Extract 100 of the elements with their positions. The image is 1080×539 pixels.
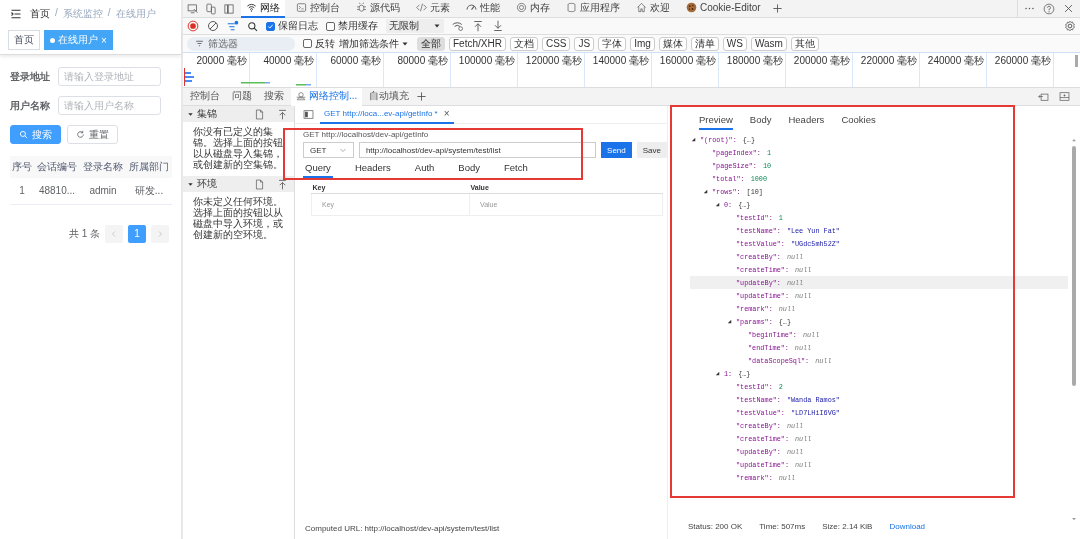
expand-triangle-icon[interactable]: [702, 188, 709, 195]
request-tab[interactable]: GET http://loca...ev-api/getInfo * ×: [320, 105, 454, 124]
settings-icon[interactable]: [1064, 20, 1076, 32]
type-filter-chip[interactable]: CSS: [541, 36, 571, 51]
cylinder-icon: [566, 2, 577, 13]
network-console-icon: [296, 90, 306, 101]
type-filter-chip[interactable]: 字体: [598, 36, 627, 51]
expand-triangle-icon[interactable]: [714, 370, 721, 377]
dock-icon[interactable]: [223, 2, 235, 15]
checkbox[interactable]: [266, 21, 275, 31]
filter-field[interactable]: 筛选器: [187, 36, 295, 51]
section-title: 环境: [197, 177, 217, 191]
new-file-icon[interactable]: [254, 108, 265, 120]
upload-icon[interactable]: [472, 20, 484, 32]
save-button[interactable]: Save: [636, 142, 667, 158]
devtools-tab[interactable]: 控制台: [291, 0, 345, 18]
scrollbar-thumb[interactable]: [1072, 146, 1076, 386]
method-select[interactable]: GET: [303, 142, 354, 158]
type-filter-chip[interactable]: Wasm: [750, 36, 787, 51]
type-filter-chip[interactable]: WS: [722, 36, 747, 51]
plus-icon[interactable]: [771, 3, 783, 14]
breadcrumb-item[interactable]: 首页: [30, 7, 50, 21]
filter-icon: [195, 39, 204, 48]
expand-triangle-icon[interactable]: [690, 136, 697, 143]
drawer-tab[interactable]: 自动填充: [364, 87, 415, 106]
drawer-tab[interactable]: 问题: [227, 87, 257, 106]
page-tab[interactable]: 首页: [8, 30, 40, 50]
request-tab[interactable]: Headers: [352, 162, 393, 178]
devices-icon[interactable]: [205, 2, 217, 15]
code-icon: [416, 2, 427, 13]
scroll-down-icon[interactable]: [1071, 516, 1077, 522]
url-field[interactable]: http://localhost/dev-api/system/test/list: [358, 142, 597, 158]
request-tab[interactable]: Body: [456, 162, 482, 178]
type-filter-chip[interactable]: JS: [574, 36, 595, 51]
type-filter-chip[interactable]: 其他: [790, 36, 819, 51]
devtools-tab[interactable]: 性能: [461, 0, 505, 18]
devtools-tab[interactable]: 源代码: [351, 0, 405, 18]
drawer-tab[interactable]: 控制台: [185, 87, 225, 106]
request-tab[interactable]: Query: [303, 162, 333, 178]
more-filters-dropdown[interactable]: 增加筛选条件: [339, 36, 409, 51]
type-filter-chip[interactable]: Img: [630, 36, 655, 51]
checkbox[interactable]: [303, 39, 312, 48]
input-field[interactable]: 请输入登录地址: [58, 67, 161, 86]
total-count: 共 1 条: [68, 226, 100, 241]
scroll-up-icon[interactable]: [1071, 137, 1077, 143]
devtools-tab[interactable]: 元素: [411, 0, 455, 18]
checkbox[interactable]: [326, 21, 335, 31]
import-icon[interactable]: [277, 108, 288, 120]
expand-triangle-icon[interactable]: [714, 201, 721, 208]
input-field[interactable]: 请输入用户名称: [58, 96, 161, 115]
devtools-tab[interactable]: 网络: [241, 0, 285, 18]
devtools-tab[interactable]: Cookie-Editor: [681, 0, 766, 18]
time-tick-label: 40000 毫秒: [263, 55, 314, 66]
help-icon[interactable]: [1043, 2, 1055, 15]
menu-icon[interactable]: [10, 8, 22, 20]
response-tab[interactable]: Headers: [788, 114, 825, 130]
status-text: Time: 507ms: [759, 522, 806, 533]
devtools-tab[interactable]: 内存: [511, 0, 555, 18]
panel-icon[interactable]: [1059, 91, 1070, 102]
send-button[interactable]: Send: [601, 142, 632, 158]
new-file-icon[interactable]: [254, 178, 265, 190]
gauge-icon: [466, 2, 477, 13]
response-tab[interactable]: Preview: [699, 114, 733, 130]
type-filter-chip[interactable]: 清单: [690, 36, 719, 51]
sidebar-toggle-icon[interactable]: [303, 109, 314, 120]
network-conditions-icon[interactable]: [452, 20, 464, 32]
type-filter-chip[interactable]: 文档: [509, 36, 538, 51]
type-filter-chip[interactable]: 媒体: [658, 36, 687, 51]
record-icon[interactable]: [187, 20, 199, 32]
caret-icon: [433, 22, 441, 30]
scrollbar[interactable]: [1075, 55, 1078, 67]
filter-icon[interactable]: [227, 20, 239, 32]
undock-icon[interactable]: [1038, 91, 1049, 102]
type-filter-chip[interactable]: Fetch/XHR: [449, 36, 506, 51]
type-filter-chip[interactable]: 全部: [417, 36, 445, 51]
download-icon[interactable]: [492, 20, 504, 32]
device-icon[interactable]: [187, 2, 199, 15]
drawer-tab[interactable]: 搜索: [259, 87, 289, 106]
breadcrumb-separator: /: [55, 7, 58, 20]
download-link[interactable]: Download: [889, 522, 926, 533]
time-tick-label: 180000 毫秒: [726, 55, 783, 66]
import-icon[interactable]: [277, 178, 288, 190]
search-icon[interactable]: [247, 20, 258, 32]
breadcrumb-separator: /: [107, 7, 111, 20]
close-icon[interactable]: [1063, 3, 1074, 14]
devtools-tab[interactable]: 欢迎: [631, 0, 675, 18]
response-tab[interactable]: Body: [749, 114, 772, 130]
throttling-select[interactable]: 无限制: [386, 19, 444, 33]
request-heading: GET http://localhost/dev-api/getInfo: [303, 130, 430, 139]
column-header: 登录名称: [80, 156, 126, 178]
request-tab[interactable]: Fetch: [502, 162, 530, 178]
expand-triangle-icon[interactable]: [726, 318, 733, 325]
clear-icon[interactable]: [207, 20, 219, 32]
field-label: 用户名称: [10, 98, 50, 113]
request-tab[interactable]: Auth: [412, 162, 437, 178]
empty-message: 你没有已定义的集锦。选择上面的按钮以从磁盘导入集锦，或创建新的空集锦。: [192, 125, 284, 172]
devtools-tab[interactable]: 应用程序: [561, 0, 625, 18]
reset-button[interactable]: 重置: [67, 125, 118, 144]
plus-icon[interactable]: [416, 91, 428, 102]
response-tab[interactable]: Cookies: [841, 114, 876, 130]
